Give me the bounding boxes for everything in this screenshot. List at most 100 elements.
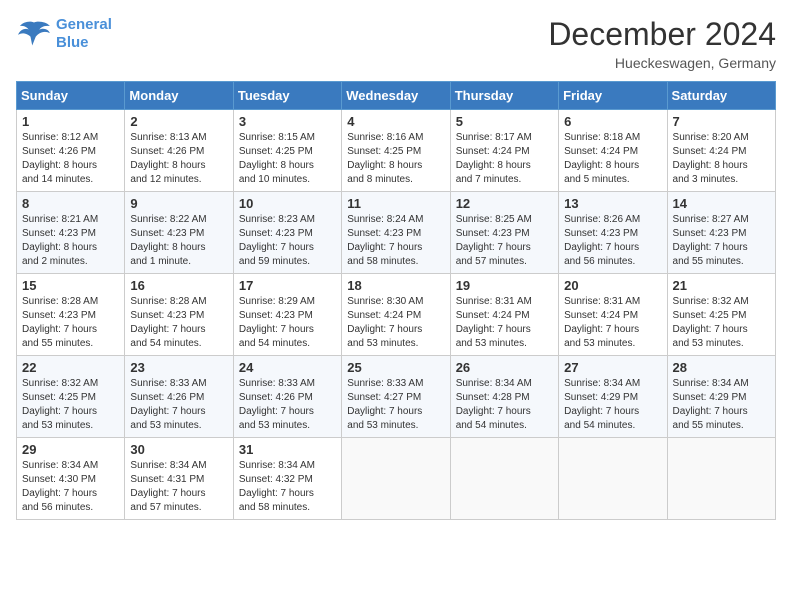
cell-info: Sunrise: 8:24 AM Sunset: 4:23 PM Dayligh… [347, 213, 444, 269]
calendar-cell: 4 Sunrise: 8:16 AM Sunset: 4:25 PM Daylig… [342, 110, 450, 192]
calendar-cell: 3 Sunrise: 8:15 AM Sunset: 4:25 PM Daylig… [233, 110, 341, 192]
weekday-header-monday: Monday [125, 82, 233, 110]
calendar-cell: 15Sunrise: 8:28 AM Sunset: 4:23 PM Dayli… [17, 274, 125, 356]
day-number: 29 [22, 442, 119, 457]
calendar-cell: 21Sunrise: 8:32 AM Sunset: 4:25 PM Dayli… [667, 274, 775, 356]
day-number: 20 [564, 278, 661, 293]
cell-info: Sunrise: 8:33 AM Sunset: 4:26 PM Dayligh… [130, 377, 227, 433]
cell-info: Sunrise: 8:33 AM Sunset: 4:27 PM Dayligh… [347, 377, 444, 433]
calendar-cell [342, 438, 450, 520]
weekday-header-saturday: Saturday [667, 82, 775, 110]
title-block: December 2024 Hueckeswagen, Germany [548, 16, 776, 71]
calendar-cell [450, 438, 558, 520]
calendar-cell: 23 Sunrise: 8:33 AM Sunset: 4:26 PM Dayli… [125, 356, 233, 438]
cell-info: Sunrise: 8:34 AM Sunset: 4:28 PM Dayligh… [456, 377, 553, 433]
day-number: 26 [456, 360, 553, 375]
day-number: 12 [456, 196, 553, 211]
day-number: 28 [673, 360, 770, 375]
weekday-header-wednesday: Wednesday [342, 82, 450, 110]
calendar-cell: 27Sunrise: 8:34 AM Sunset: 4:29 PM Dayli… [559, 356, 667, 438]
day-number: 6 [564, 114, 661, 129]
cell-info: Sunrise: 8:28 AM Sunset: 4:23 PM Dayligh… [22, 295, 119, 351]
month-title: December 2024 [548, 16, 776, 53]
cell-info: Sunrise: 8:25 AM Sunset: 4:23 PM Dayligh… [456, 213, 553, 269]
day-number: 19 [456, 278, 553, 293]
calendar-week-5: 29 Sunrise: 8:34 AM Sunset: 4:30 PM Dayli… [17, 438, 776, 520]
logo-line1: General [56, 16, 112, 33]
cell-info: Sunrise: 8:13 AM Sunset: 4:26 PM Dayligh… [130, 131, 227, 187]
calendar-cell: 16 Sunrise: 8:28 AM Sunset: 4:23 PM Dayli… [125, 274, 233, 356]
calendar-table: SundayMondayTuesdayWednesdayThursdayFrid… [16, 81, 776, 520]
day-number: 30 [130, 442, 227, 457]
calendar-cell: 10 Sunrise: 8:23 AM Sunset: 4:23 PM Dayli… [233, 192, 341, 274]
calendar-cell: 14Sunrise: 8:27 AM Sunset: 4:23 PM Dayli… [667, 192, 775, 274]
day-number: 10 [239, 196, 336, 211]
day-number: 3 [239, 114, 336, 129]
cell-info: Sunrise: 8:15 AM Sunset: 4:25 PM Dayligh… [239, 131, 336, 187]
weekday-header-row: SundayMondayTuesdayWednesdayThursdayFrid… [17, 82, 776, 110]
day-number: 7 [673, 114, 770, 129]
logo-bird-icon [16, 19, 52, 49]
cell-info: Sunrise: 8:31 AM Sunset: 4:24 PM Dayligh… [456, 295, 553, 351]
calendar-cell: 30 Sunrise: 8:34 AM Sunset: 4:31 PM Dayli… [125, 438, 233, 520]
day-number: 16 [130, 278, 227, 293]
cell-info: Sunrise: 8:21 AM Sunset: 4:23 PM Dayligh… [22, 213, 119, 269]
calendar-cell: 24 Sunrise: 8:33 AM Sunset: 4:26 PM Dayli… [233, 356, 341, 438]
day-number: 13 [564, 196, 661, 211]
cell-info: Sunrise: 8:33 AM Sunset: 4:26 PM Dayligh… [239, 377, 336, 433]
cell-info: Sunrise: 8:17 AM Sunset: 4:24 PM Dayligh… [456, 131, 553, 187]
page-header: General Blue December 2024 Hueckeswagen,… [16, 16, 776, 71]
day-number: 14 [673, 196, 770, 211]
cell-info: Sunrise: 8:31 AM Sunset: 4:24 PM Dayligh… [564, 295, 661, 351]
calendar-cell: 29 Sunrise: 8:34 AM Sunset: 4:30 PM Dayli… [17, 438, 125, 520]
calendar-cell: 20 Sunrise: 8:31 AM Sunset: 4:24 PM Dayli… [559, 274, 667, 356]
cell-info: Sunrise: 8:16 AM Sunset: 4:25 PM Dayligh… [347, 131, 444, 187]
cell-info: Sunrise: 8:34 AM Sunset: 4:31 PM Dayligh… [130, 459, 227, 515]
day-number: 18 [347, 278, 444, 293]
day-number: 17 [239, 278, 336, 293]
calendar-cell: 18Sunrise: 8:30 AM Sunset: 4:24 PM Dayli… [342, 274, 450, 356]
calendar-cell [559, 438, 667, 520]
cell-info: Sunrise: 8:18 AM Sunset: 4:24 PM Dayligh… [564, 131, 661, 187]
calendar-cell: 5 Sunrise: 8:17 AM Sunset: 4:24 PM Daylig… [450, 110, 558, 192]
day-number: 1 [22, 114, 119, 129]
cell-info: Sunrise: 8:12 AM Sunset: 4:26 PM Dayligh… [22, 131, 119, 187]
location-title: Hueckeswagen, Germany [548, 55, 776, 71]
day-number: 4 [347, 114, 444, 129]
calendar-cell: 1 Sunrise: 8:12 AM Sunset: 4:26 PM Daylig… [17, 110, 125, 192]
weekday-header-thursday: Thursday [450, 82, 558, 110]
calendar-cell: 13 Sunrise: 8:26 AM Sunset: 4:23 PM Dayli… [559, 192, 667, 274]
cell-info: Sunrise: 8:32 AM Sunset: 4:25 PM Dayligh… [22, 377, 119, 433]
day-number: 23 [130, 360, 227, 375]
day-number: 5 [456, 114, 553, 129]
cell-info: Sunrise: 8:32 AM Sunset: 4:25 PM Dayligh… [673, 295, 770, 351]
day-number: 11 [347, 196, 444, 211]
cell-info: Sunrise: 8:20 AM Sunset: 4:24 PM Dayligh… [673, 131, 770, 187]
calendar-week-3: 15Sunrise: 8:28 AM Sunset: 4:23 PM Dayli… [17, 274, 776, 356]
calendar-cell: 26 Sunrise: 8:34 AM Sunset: 4:28 PM Dayli… [450, 356, 558, 438]
logo-line2: Blue [56, 34, 89, 51]
day-number: 31 [239, 442, 336, 457]
calendar-cell: 19 Sunrise: 8:31 AM Sunset: 4:24 PM Dayli… [450, 274, 558, 356]
day-number: 27 [564, 360, 661, 375]
cell-info: Sunrise: 8:34 AM Sunset: 4:30 PM Dayligh… [22, 459, 119, 515]
calendar-cell [667, 438, 775, 520]
day-number: 24 [239, 360, 336, 375]
cell-info: Sunrise: 8:26 AM Sunset: 4:23 PM Dayligh… [564, 213, 661, 269]
cell-info: Sunrise: 8:23 AM Sunset: 4:23 PM Dayligh… [239, 213, 336, 269]
calendar-cell: 9 Sunrise: 8:22 AM Sunset: 4:23 PM Daylig… [125, 192, 233, 274]
calendar-cell: 17Sunrise: 8:29 AM Sunset: 4:23 PM Dayli… [233, 274, 341, 356]
day-number: 25 [347, 360, 444, 375]
logo: General Blue [16, 16, 112, 52]
cell-info: Sunrise: 8:22 AM Sunset: 4:23 PM Dayligh… [130, 213, 227, 269]
calendar-cell: 25 Sunrise: 8:33 AM Sunset: 4:27 PM Dayli… [342, 356, 450, 438]
calendar-cell: 28Sunrise: 8:34 AM Sunset: 4:29 PM Dayli… [667, 356, 775, 438]
day-number: 9 [130, 196, 227, 211]
cell-info: Sunrise: 8:28 AM Sunset: 4:23 PM Dayligh… [130, 295, 227, 351]
weekday-header-sunday: Sunday [17, 82, 125, 110]
cell-info: Sunrise: 8:34 AM Sunset: 4:32 PM Dayligh… [239, 459, 336, 515]
calendar-week-4: 22Sunrise: 8:32 AM Sunset: 4:25 PM Dayli… [17, 356, 776, 438]
calendar-cell: 2Sunrise: 8:13 AM Sunset: 4:26 PM Daylig… [125, 110, 233, 192]
calendar-cell: 8Sunrise: 8:21 AM Sunset: 4:23 PM Daylig… [17, 192, 125, 274]
calendar-cell: 11 Sunrise: 8:24 AM Sunset: 4:23 PM Dayli… [342, 192, 450, 274]
